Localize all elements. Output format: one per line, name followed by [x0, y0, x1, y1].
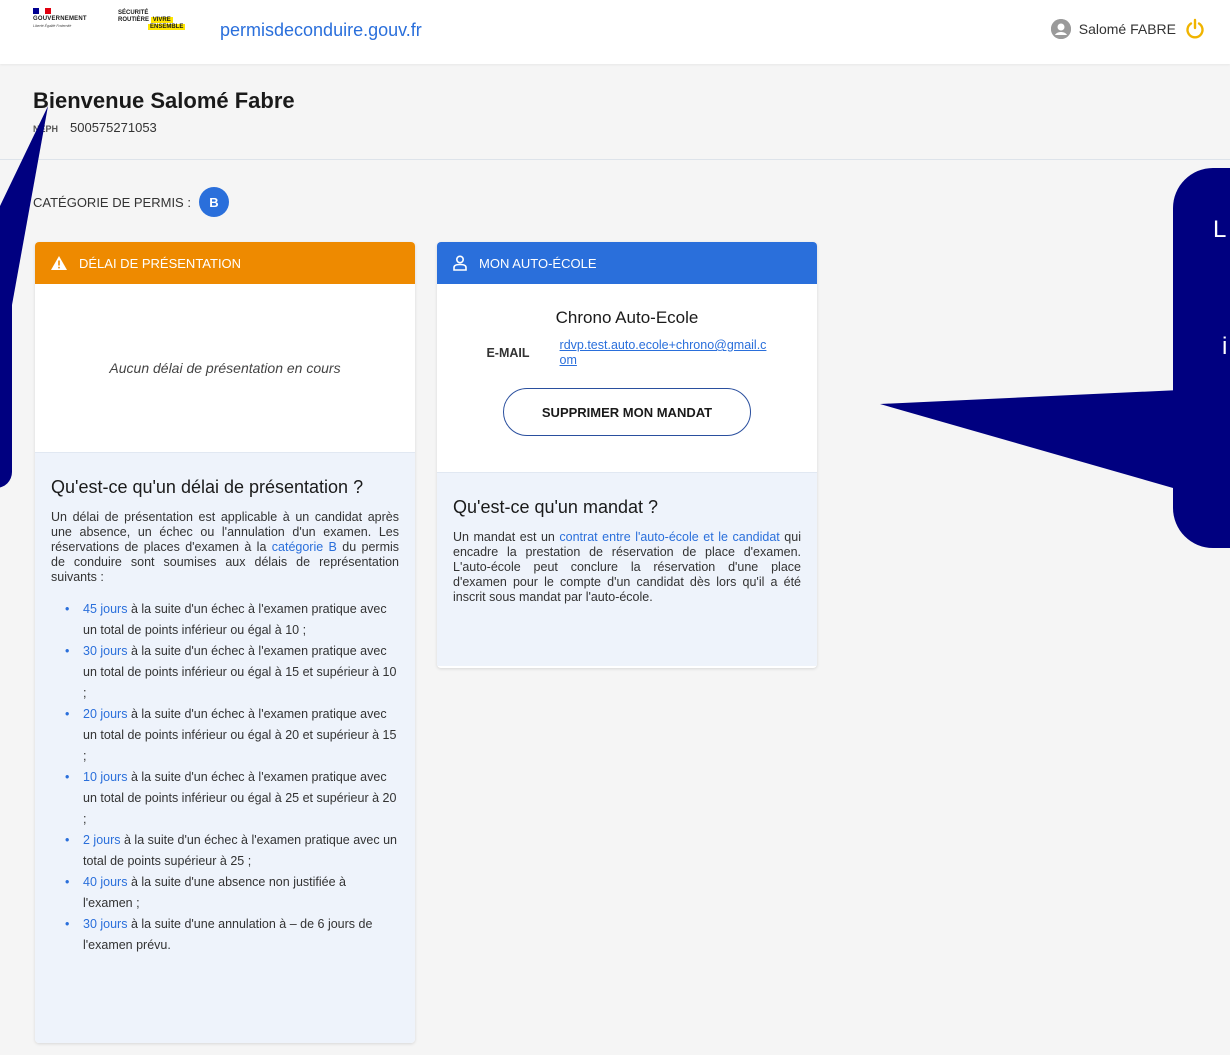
list-item-text: à la suite d'un échec à l'examen pratiqu… — [83, 770, 397, 826]
delai-list: 45 jours à la suite d'un échec à l'exame… — [51, 599, 399, 956]
list-item-text: à la suite d'un échec à l'examen pratiqu… — [83, 707, 397, 763]
site-name-strong: permisdeconduire — [220, 20, 364, 40]
category-badge: B — [198, 187, 229, 217]
delai-empty-message: Aucun délai de présentation en cours — [35, 284, 415, 452]
contrat-link[interactable]: contrat entre l'auto-école et le candida… — [559, 530, 779, 544]
list-item-text: à la suite d'un échec à l'examen pratiqu… — [83, 644, 397, 700]
callout-right-text-2: i — [1222, 333, 1228, 360]
school-name: Chrono Auto-Ecole — [555, 308, 699, 327]
days-link[interactable]: 30 jours — [83, 917, 127, 931]
auto-ecole-card-title: MON AUTO-ÉCOLE — [479, 255, 597, 271]
user-area: Salomé FABRE — [1050, 18, 1206, 40]
days-link[interactable]: 30 jours — [83, 644, 127, 658]
sr-line1: SÉCURITÉ — [118, 10, 149, 16]
mandat-info-title: Qu'est-ce qu'un mandat ? — [453, 497, 658, 517]
supprimer-mandat-button[interactable]: SUPPRIMER MON MANDAT — [503, 388, 751, 436]
email-link[interactable]: rdvp.test.auto.ecole+chrono@gmail.com — [560, 338, 768, 368]
days-link[interactable]: 20 jours — [83, 707, 127, 721]
user-outline-icon — [453, 255, 467, 271]
list-item-text: à la suite d'une annulation à – de 6 jou… — [83, 917, 373, 952]
government-logo[interactable]: GOUVERNEMENT Liberté Égalité Fraternité — [33, 8, 103, 52]
site-name-link[interactable]: permisdeconduire.gouv.fr — [220, 20, 422, 41]
delai-card-header: DÉLAI DE PRÉSENTATION — [35, 242, 415, 284]
list-item-text: à la suite d'un échec à l'examen pratiqu… — [83, 602, 387, 637]
page-title: Bienvenue Salomé Fabre — [33, 88, 295, 113]
user-name[interactable]: Salomé FABRE — [1079, 21, 1176, 37]
auto-ecole-card: MON AUTO-ÉCOLE Chrono Auto-Ecole E-MAIL … — [437, 242, 817, 668]
list-item: 20 jours à la suite d'un échec à l'exame… — [51, 704, 399, 767]
divider — [0, 159, 1230, 160]
mandat-info-paragraph: Un mandat est un contrat entre l'auto-éc… — [453, 530, 801, 605]
delai-info-block: Qu'est-ce qu'un délai de présentation ? … — [35, 452, 415, 1043]
categorie-b-link[interactable]: catégorie B — [272, 540, 337, 554]
email-label: E-MAIL — [486, 346, 530, 360]
email-row: E-MAIL rdvp.test.auto.ecole+chrono@gmail… — [437, 338, 817, 368]
callout-left — [0, 283, 12, 488]
sr-line2b: VIVRE — [150, 17, 173, 23]
list-item: 2 jours à la suite d'un échec à l'examen… — [51, 830, 399, 872]
callout-right-text-1: L — [1213, 216, 1227, 243]
callout-left-pointer — [0, 106, 48, 316]
user-icon — [1050, 19, 1071, 39]
auto-ecole-card-header: MON AUTO-ÉCOLE — [437, 242, 817, 284]
days-link[interactable]: 2 jours — [83, 833, 121, 847]
auto-ecole-details: Chrono Auto-Ecole E-MAIL rdvp.test.auto.… — [437, 284, 817, 472]
list-item: 30 jours à la suite d'un échec à l'exame… — [51, 641, 399, 704]
list-item: 40 jours à la suite d'une absence non ju… — [51, 872, 399, 914]
top-bar: GOUVERNEMENT Liberté Égalité Fraternité … — [0, 0, 1230, 64]
delai-info-title: Qu'est-ce qu'un délai de présentation ? — [51, 477, 364, 497]
welcome-section: Bienvenue Salomé Fabre NEPH 500575271053 — [33, 88, 295, 135]
flag-icon — [33, 8, 51, 14]
mandat-info-block: Qu'est-ce qu'un mandat ? Un mandat est u… — [437, 472, 817, 666]
list-item: 45 jours à la suite d'un échec à l'exame… — [51, 599, 399, 641]
neph-row: NEPH 500575271053 — [33, 120, 295, 135]
gov-text: GOUVERNEMENT — [33, 16, 87, 22]
delai-info-paragraph: Un délai de présentation est applicable … — [51, 510, 399, 585]
category-row: CATÉGORIE DE PERMIS : B — [33, 187, 229, 217]
securite-routiere-logo[interactable]: SÉCURITÉ ROUTIÈRE VIVRE ENSEMBLE — [118, 10, 186, 31]
gov-motto: Liberté Égalité Fraternité — [33, 24, 72, 28]
site-name-rest: .gouv.fr — [363, 20, 422, 40]
days-link[interactable]: 10 jours — [83, 770, 127, 784]
mandat-text: Un mandat est un — [453, 530, 560, 544]
power-icon[interactable] — [1184, 18, 1206, 40]
delai-card-title: DÉLAI DE PRÉSENTATION — [79, 255, 242, 271]
list-item-text: à la suite d'un échec à l'examen pratiqu… — [83, 833, 398, 868]
days-link[interactable]: 45 jours — [83, 602, 127, 616]
neph-value: 500575271053 — [70, 120, 157, 135]
delai-card: DÉLAI DE PRÉSENTATION Aucun délai de pré… — [35, 242, 415, 1043]
list-item: 10 jours à la suite d'un échec à l'exame… — [51, 767, 399, 830]
callout-right-pointer — [880, 390, 1180, 490]
list-item: 30 jours à la suite d'une annulation à –… — [51, 914, 399, 956]
sr-line3: ENSEMBLE — [148, 24, 186, 30]
days-link[interactable]: 40 jours — [83, 875, 127, 889]
sr-line2a: ROUTIÈRE — [118, 17, 150, 23]
